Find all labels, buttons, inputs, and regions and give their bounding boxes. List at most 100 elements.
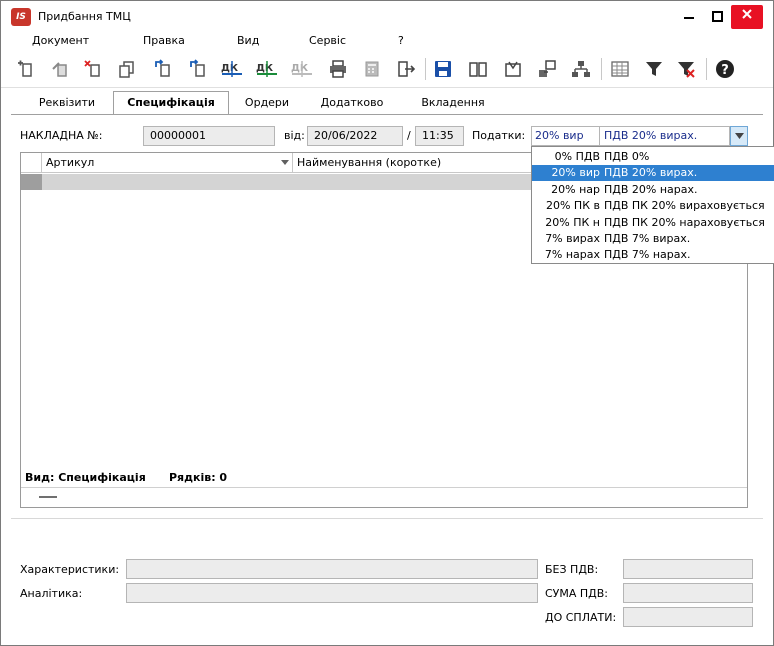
bottom-panel-divider — [11, 518, 763, 519]
tab-strip: Реквізити Специфікація Ордери Додатково … — [1, 91, 773, 115]
maximize-icon[interactable] — [703, 5, 731, 29]
calculator-icon — [360, 57, 384, 81]
tax-option[interactable]: 7% нарах ПДВ 7% нарах. — [532, 247, 774, 263]
new-doc-icon[interactable] — [14, 57, 38, 81]
svg-text:ДК: ДК — [256, 63, 274, 74]
grid-view-caption: Вид: Специфікація — [25, 471, 146, 484]
tab-attachments[interactable]: Вкладення — [403, 94, 503, 115]
menu-document[interactable]: Документ — [32, 34, 89, 47]
tab-requisites[interactable]: Реквізити — [23, 94, 111, 115]
grid-footer-divider — [21, 487, 747, 488]
svg-text:?: ? — [721, 63, 729, 78]
to-pay-label: ДО СПЛАТИ: — [545, 611, 617, 624]
copy-doc-icon[interactable] — [115, 57, 139, 81]
tax-option-code: 7% вирах — [545, 232, 600, 245]
app-logo: IS — [11, 8, 31, 26]
invoice-number-label: НАКЛАДНА №: — [20, 129, 103, 142]
delete-doc-icon[interactable] — [81, 57, 105, 81]
tax-option-name: ПДВ 20% вирах. — [604, 166, 698, 180]
toolbar-separator — [425, 58, 426, 80]
help-icon[interactable]: ? — [713, 57, 737, 81]
tax-option[interactable]: 20% вир ПДВ 20% вирах. — [532, 165, 774, 182]
tax-option-name: ПДВ ПК 20% вираховується — [604, 199, 765, 213]
splitter-handle[interactable] — [39, 496, 57, 498]
window-title: Придбання ТМЦ — [38, 10, 131, 23]
tax-option-code: 0% ПДВ — [554, 150, 600, 163]
invoice-number-field[interactable]: 00000001 — [143, 126, 275, 146]
menu-view[interactable]: Вид — [237, 34, 259, 47]
menu-edit[interactable]: Правка — [143, 34, 185, 47]
menu-help[interactable]: ? — [398, 34, 404, 47]
grid-indicator-header — [21, 153, 42, 173]
export-icon[interactable] — [501, 57, 525, 81]
vat-sum-field — [623, 583, 753, 603]
tax-option[interactable]: 0% ПДВ ПДВ 0% — [532, 149, 774, 165]
title-bar: IS Придбання ТМЦ — [1, 1, 773, 32]
toolbar: ДК ДК ДК ? — [1, 50, 773, 88]
purchase-window: IS Придбання ТМЦ Документ Правка Вид Сер… — [0, 0, 774, 646]
tax-option[interactable]: 20% нар ПДВ 20% нарах. — [532, 182, 774, 198]
sort-arrow-icon — [281, 160, 289, 165]
tax-option-name: ПДВ 7% вирах. — [604, 232, 691, 245]
analytics-field[interactable] — [126, 583, 538, 603]
characteristics-label: Характеристики: — [20, 563, 120, 576]
no-vat-label: БЕЗ ПДВ: — [545, 563, 599, 576]
taxes-label: Податки: — [472, 129, 526, 142]
tab-specification[interactable]: Специфікація — [113, 91, 229, 115]
tax-option-code: 20% нар — [551, 182, 600, 196]
row-indicator — [21, 174, 42, 190]
debit-credit-disabled-icon: ДК — [290, 57, 314, 81]
insert-doc-icon[interactable] — [151, 57, 175, 81]
tax-option-code: 7% нарах — [544, 248, 600, 262]
tax-code-combo[interactable]: 20% вир — [531, 126, 600, 146]
grid-row-count: Рядків: 0 — [169, 471, 228, 484]
print-icon[interactable] — [326, 57, 350, 81]
column-header-name-label: Найменування (коротке) — [297, 156, 442, 169]
tax-option-code: 20% ПК в — [545, 199, 600, 213]
tax-option-name: ПДВ 0% — [604, 150, 650, 163]
toolbar-separator — [601, 58, 602, 80]
no-vat-field — [623, 559, 753, 579]
tax-option[interactable]: 20% ПК н ПДВ ПК 20% нараховується — [532, 215, 774, 231]
exit-icon[interactable] — [394, 57, 418, 81]
tax-option[interactable]: 20% ПК в ПДВ ПК 20% вираховується — [532, 198, 774, 214]
menu-bar: Документ Правка Вид Сервіс ? — [1, 32, 773, 50]
tab-orders[interactable]: Ордери — [231, 94, 303, 115]
debit-credit-green-icon[interactable]: ДК — [255, 57, 279, 81]
column-header-article-label: Артикул — [46, 156, 95, 169]
minimize-icon[interactable] — [675, 5, 703, 29]
column-header-article[interactable]: Артикул — [42, 153, 293, 173]
tab-additional[interactable]: Додатково — [306, 94, 398, 115]
tax-option-code: 20% вир — [551, 166, 600, 180]
tax-option[interactable]: 7% вирах ПДВ 7% вирах. — [532, 231, 774, 247]
menu-service[interactable]: Сервіс — [309, 34, 346, 47]
clear-filter-icon[interactable] — [674, 57, 698, 81]
svg-text:ДК: ДК — [221, 63, 239, 74]
tab-underline — [11, 114, 763, 115]
to-pay-field — [623, 607, 753, 627]
debit-credit-icon[interactable]: ДК — [220, 57, 244, 81]
tax-option-name: ПДВ 20% нарах. — [604, 182, 698, 196]
svg-text:ДК: ДК — [291, 63, 309, 74]
tax-option-name: ПДВ 7% нарах. — [604, 248, 691, 262]
table-icon[interactable] — [608, 57, 632, 81]
date-time-separator: / — [407, 129, 411, 142]
toolbar-separator — [706, 58, 707, 80]
tax-dropdown-list[interactable]: 0% ПДВ ПДВ 0% 20% вир ПДВ 20% вирах. 20% нар… — [531, 146, 774, 264]
edit-doc-icon[interactable] — [48, 57, 72, 81]
time-field[interactable]: 11:35 — [415, 126, 464, 146]
save-icon[interactable] — [431, 57, 455, 81]
hierarchy-icon[interactable] — [569, 57, 593, 81]
vat-sum-label: СУМА ПДВ: — [545, 587, 609, 600]
insert-doc-2-icon[interactable] — [186, 57, 210, 81]
import-icon[interactable] — [535, 57, 559, 81]
date-field[interactable]: 20/06/2022 — [307, 126, 403, 146]
tax-name-combo[interactable]: ПДВ 20% вирах. — [600, 126, 730, 146]
chevron-down-icon[interactable] — [730, 126, 748, 146]
analytics-label: Аналітика: — [20, 587, 83, 600]
book-icon[interactable] — [466, 57, 490, 81]
tax-option-name: ПДВ ПК 20% нараховується — [604, 215, 765, 229]
characteristics-field[interactable] — [126, 559, 538, 579]
close-icon[interactable] — [731, 5, 763, 29]
filter-icon[interactable] — [642, 57, 666, 81]
